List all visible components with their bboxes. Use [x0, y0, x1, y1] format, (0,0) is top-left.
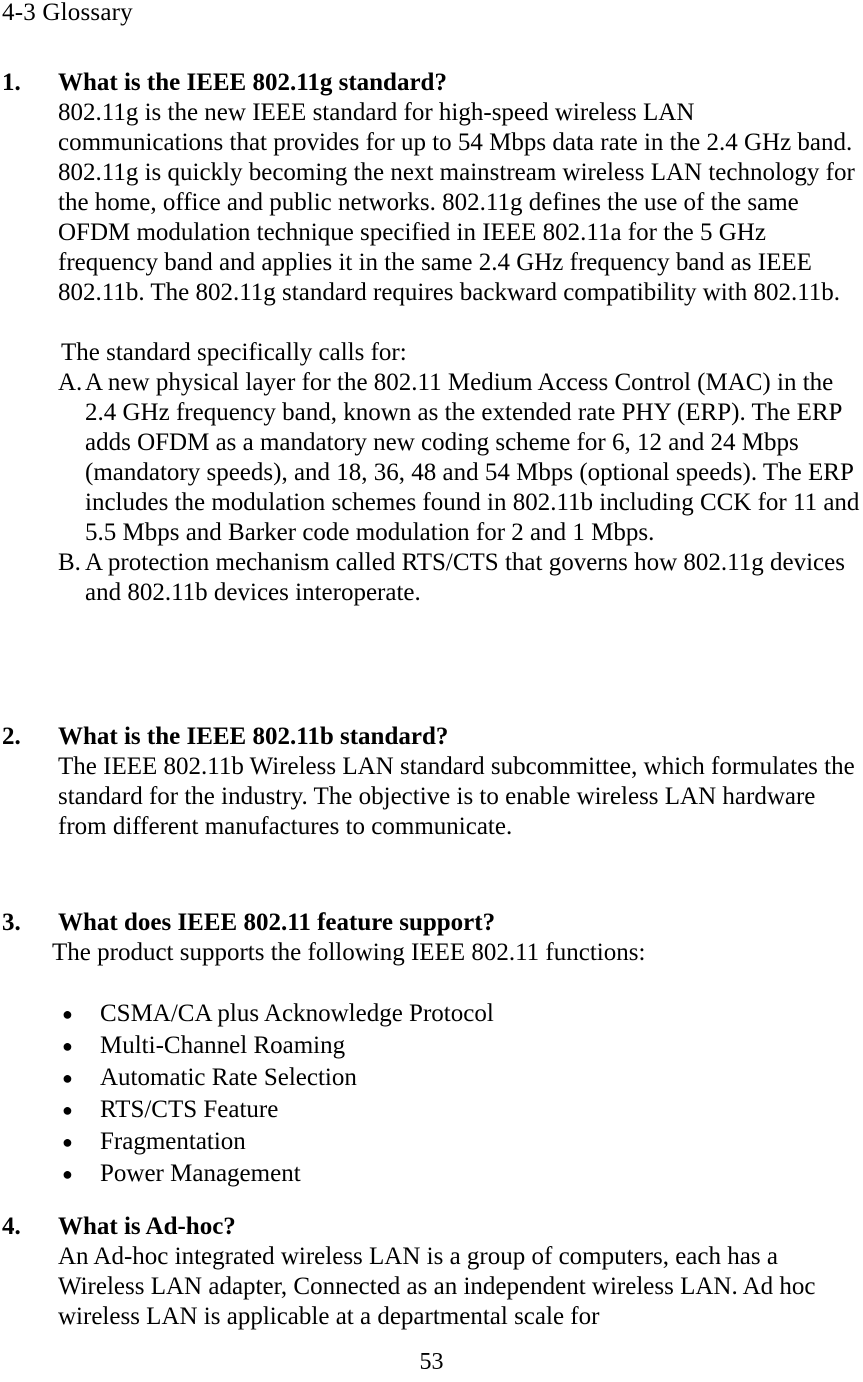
bullet-list-item: ● Fragmentation: [0, 1126, 863, 1158]
question-text-2: What is the IEEE 802.11b standard?: [58, 723, 449, 750]
document-page: 4-3 Glossary 1. What is the IEEE 802.11g…: [0, 0, 863, 1382]
running-header: 4-3 Glossary: [2, 0, 133, 26]
bullet-list-text: Power Management: [100, 1160, 301, 1187]
bullet-list-item: ● Multi-Channel Roaming: [0, 1030, 863, 1062]
qa-block-4: 4. What is Ad-hoc? An Ad-hoc integrated …: [0, 1212, 863, 1332]
lettered-list-marker: A.: [58, 369, 83, 396]
qa-block-1: 1. What is the IEEE 802.11g standard? 80…: [0, 68, 863, 608]
answer-body-1: 802.11g is the new IEEE standard for hig…: [58, 99, 855, 306]
bullet-list-item: ● Automatic Rate Selection: [0, 1062, 863, 1094]
lettered-list-text: A new physical layer for the 802.11 Medi…: [85, 369, 860, 546]
bullet-icon: ●: [62, 1068, 73, 1088]
question-text-3: What does IEEE 802.11 feature support?: [58, 909, 496, 936]
bullet-icon: ●: [62, 1164, 73, 1184]
bullet-list-text: RTS/CTS Feature: [100, 1096, 279, 1123]
lettered-list-marker: B.: [58, 549, 81, 576]
question-number-3: 3.: [2, 909, 21, 936]
bullet-list-text: Automatic Rate Selection: [100, 1064, 357, 1091]
answer-body-3: The product supports the following IEEE …: [52, 939, 646, 966]
question-number-2: 2.: [2, 723, 21, 750]
qa-block-3: 3. What does IEEE 802.11 feature support…: [0, 908, 863, 1190]
lettered-list-item: A. A new physical layer for the 802.11 M…: [0, 368, 863, 548]
bullet-list-text: CSMA/CA plus Acknowledge Protocol: [100, 1000, 494, 1027]
question-number-1: 1.: [2, 69, 21, 96]
bullet-icon: ●: [62, 1132, 73, 1152]
qa-block-2: 2. What is the IEEE 802.11b standard? Th…: [0, 722, 863, 842]
lettered-list-item: B. A protection mechanism called RTS/CTS…: [0, 548, 863, 608]
question-text-1: What is the IEEE 802.11g standard?: [58, 69, 447, 96]
lead-in-text-1: The standard specifically calls for:: [61, 339, 407, 366]
page-number: 53: [419, 1349, 444, 1375]
feature-bullet-list: ● CSMA/CA plus Acknowledge Protocol ● Mu…: [0, 998, 863, 1190]
question-number-4: 4.: [2, 1213, 21, 1240]
answer-body-2: The IEEE 802.11b Wireless LAN standard s…: [58, 753, 855, 840]
answer-body-4: An Ad-hoc integrated wireless LAN is a g…: [58, 1243, 816, 1330]
question-text-4: What is Ad-hoc?: [58, 1213, 236, 1240]
question-heading-1: 1. What is the IEEE 802.11g standard?: [0, 68, 863, 98]
bullet-list-item: ● CSMA/CA plus Acknowledge Protocol: [0, 998, 863, 1030]
lettered-list-1: A. A new physical layer for the 802.11 M…: [0, 368, 863, 608]
question-heading-3: 3. What does IEEE 802.11 feature support…: [0, 908, 863, 938]
bullet-icon: ●: [62, 1004, 73, 1024]
bullet-list-item: ● RTS/CTS Feature: [0, 1094, 863, 1126]
lettered-list-text: A protection mechanism called RTS/CTS th…: [85, 549, 845, 606]
bullet-icon: ●: [62, 1100, 73, 1120]
bullet-list-item: ● Power Management: [0, 1158, 863, 1190]
bullet-list-text: Fragmentation: [100, 1128, 246, 1155]
question-heading-4: 4. What is Ad-hoc?: [0, 1212, 863, 1242]
question-heading-2: 2. What is the IEEE 802.11b standard?: [0, 722, 863, 752]
bullet-icon: ●: [62, 1036, 73, 1056]
bullet-list-text: Multi-Channel Roaming: [100, 1032, 346, 1059]
